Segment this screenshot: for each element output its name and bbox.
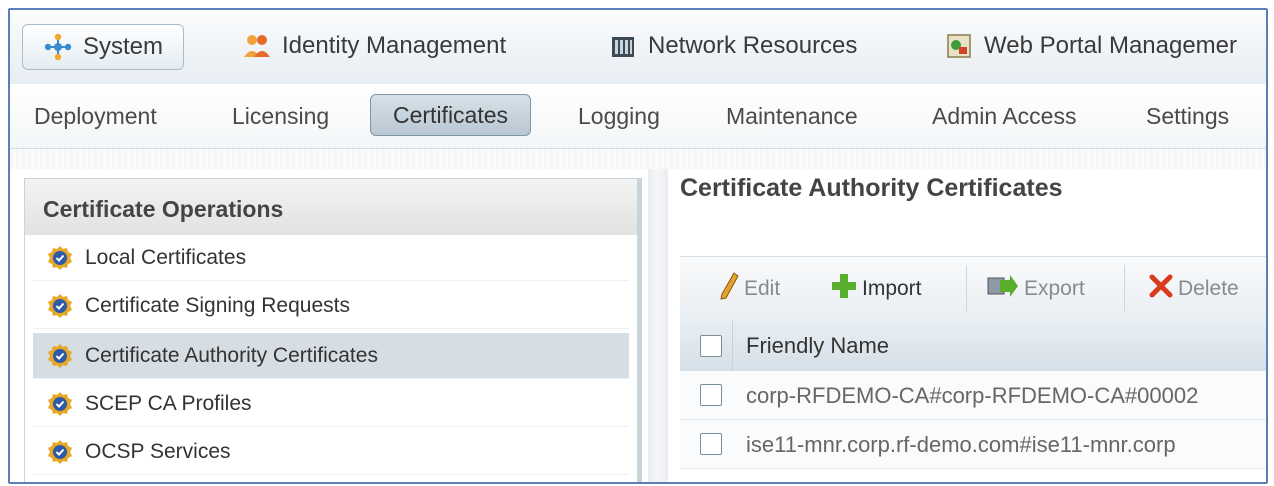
row-checkbox[interactable]: [700, 433, 722, 455]
table-row[interactable]: ise11-mnr.corp.rf-demo.com#ise11-mnr.cor…: [680, 420, 1266, 469]
tab-system-label: System: [83, 33, 164, 60]
panel-title: Certificate Operations: [25, 179, 637, 235]
web-portal-icon: [944, 31, 974, 61]
nav-item-scep-ca-profiles[interactable]: SCEP CA Profiles: [33, 381, 629, 427]
pencil-icon: [718, 271, 740, 307]
toolbar-separator: [966, 265, 967, 313]
nav-item-certificate-signing-requests[interactable]: Certificate Signing Requests: [33, 283, 629, 329]
certificate-toolbar: Edit Import Export Delete: [680, 256, 1266, 322]
nav-item-label: OCSP Services: [85, 439, 231, 463]
tab-web-portal-management[interactable]: Web Portal Managemer: [944, 24, 1237, 68]
app-window: System Identity Management Network Resou…: [8, 8, 1268, 484]
tab-network-resources-label: Network Resources: [648, 32, 858, 59]
system-icon: [43, 32, 73, 62]
separator-stripe: [10, 149, 1266, 169]
tab-web-portal-management-label: Web Portal Managemer: [984, 32, 1238, 59]
export-label: Export: [1024, 277, 1085, 300]
tab-identity-management[interactable]: Identity Management: [242, 24, 506, 68]
subtab-logging[interactable]: Logging: [578, 96, 660, 136]
delete-button[interactable]: Delete: [1148, 271, 1239, 307]
row-checkbox[interactable]: [700, 384, 722, 406]
nav-item-ocsp-services[interactable]: OCSP Services: [33, 429, 629, 475]
delete-x-icon: [1148, 273, 1174, 305]
tab-network-resources[interactable]: Network Resources: [608, 24, 857, 68]
tab-system[interactable]: System: [22, 24, 185, 70]
certificate-badge-icon: [47, 391, 73, 417]
certificate-badge-icon: [47, 245, 73, 271]
nav-item-local-certificates[interactable]: Local Certificates: [33, 235, 629, 281]
network-device-icon: [608, 31, 638, 61]
table-row[interactable]: corp-RFDEMO-CA#corp-RFDEMO-CA#00002: [680, 371, 1266, 420]
import-label: Import: [862, 277, 922, 300]
edit-label: Edit: [744, 277, 781, 300]
subtab-certificates[interactable]: Certificates: [370, 94, 532, 136]
page-title: Certificate Authority Certificates: [680, 174, 1063, 202]
toolbar-separator: [1124, 265, 1125, 313]
export-icon: [986, 272, 1020, 306]
table-header: Friendly Name: [680, 321, 1266, 372]
certificate-badge-icon: [47, 439, 73, 465]
subtab-licensing[interactable]: Licensing: [232, 96, 329, 136]
delete-label: Delete: [1178, 277, 1239, 300]
subtab-deployment[interactable]: Deployment: [34, 96, 157, 136]
edit-button[interactable]: Edit: [718, 271, 780, 307]
users-icon: [242, 31, 272, 61]
row-friendly-name: corp-RFDEMO-CA#corp-RFDEMO-CA#00002: [746, 383, 1199, 408]
row-friendly-name: ise11-mnr.corp.rf-demo.com#ise11-mnr.cor…: [746, 432, 1176, 457]
nav-item-label: Certificate Signing Requests: [85, 293, 350, 317]
subtab-maintenance[interactable]: Maintenance: [726, 96, 858, 136]
nav-item-label: SCEP CA Profiles: [85, 391, 252, 415]
certificate-badge-icon: [47, 293, 73, 319]
tab-identity-management-label: Identity Management: [282, 32, 507, 59]
export-button[interactable]: Export: [986, 271, 1085, 307]
panel-splitter[interactable]: [648, 169, 668, 482]
column-separator: [732, 321, 733, 371]
subtab-admin-access[interactable]: Admin Access: [932, 96, 1076, 136]
nav-item-label: Local Certificates: [85, 245, 247, 269]
certificate-operations-panel: Certificate Operations Local Certificate…: [24, 178, 642, 482]
certificate-badge-icon: [47, 343, 73, 369]
column-header-friendly-name[interactable]: Friendly Name: [746, 333, 889, 359]
plus-icon: [830, 272, 858, 306]
select-all-checkbox[interactable]: [700, 335, 722, 357]
nav-item-certificate-authority-certificates[interactable]: Certificate Authority Certificates: [33, 333, 629, 379]
import-button[interactable]: Import: [830, 271, 922, 307]
nav-item-label: Certificate Authority Certificates: [85, 343, 378, 367]
subtab-settings[interactable]: Settings: [1146, 96, 1229, 136]
secondary-navigation-bar: Deployment Licensing Certificates Loggin…: [10, 84, 1266, 149]
top-navigation-bar: System Identity Management Network Resou…: [10, 10, 1266, 85]
